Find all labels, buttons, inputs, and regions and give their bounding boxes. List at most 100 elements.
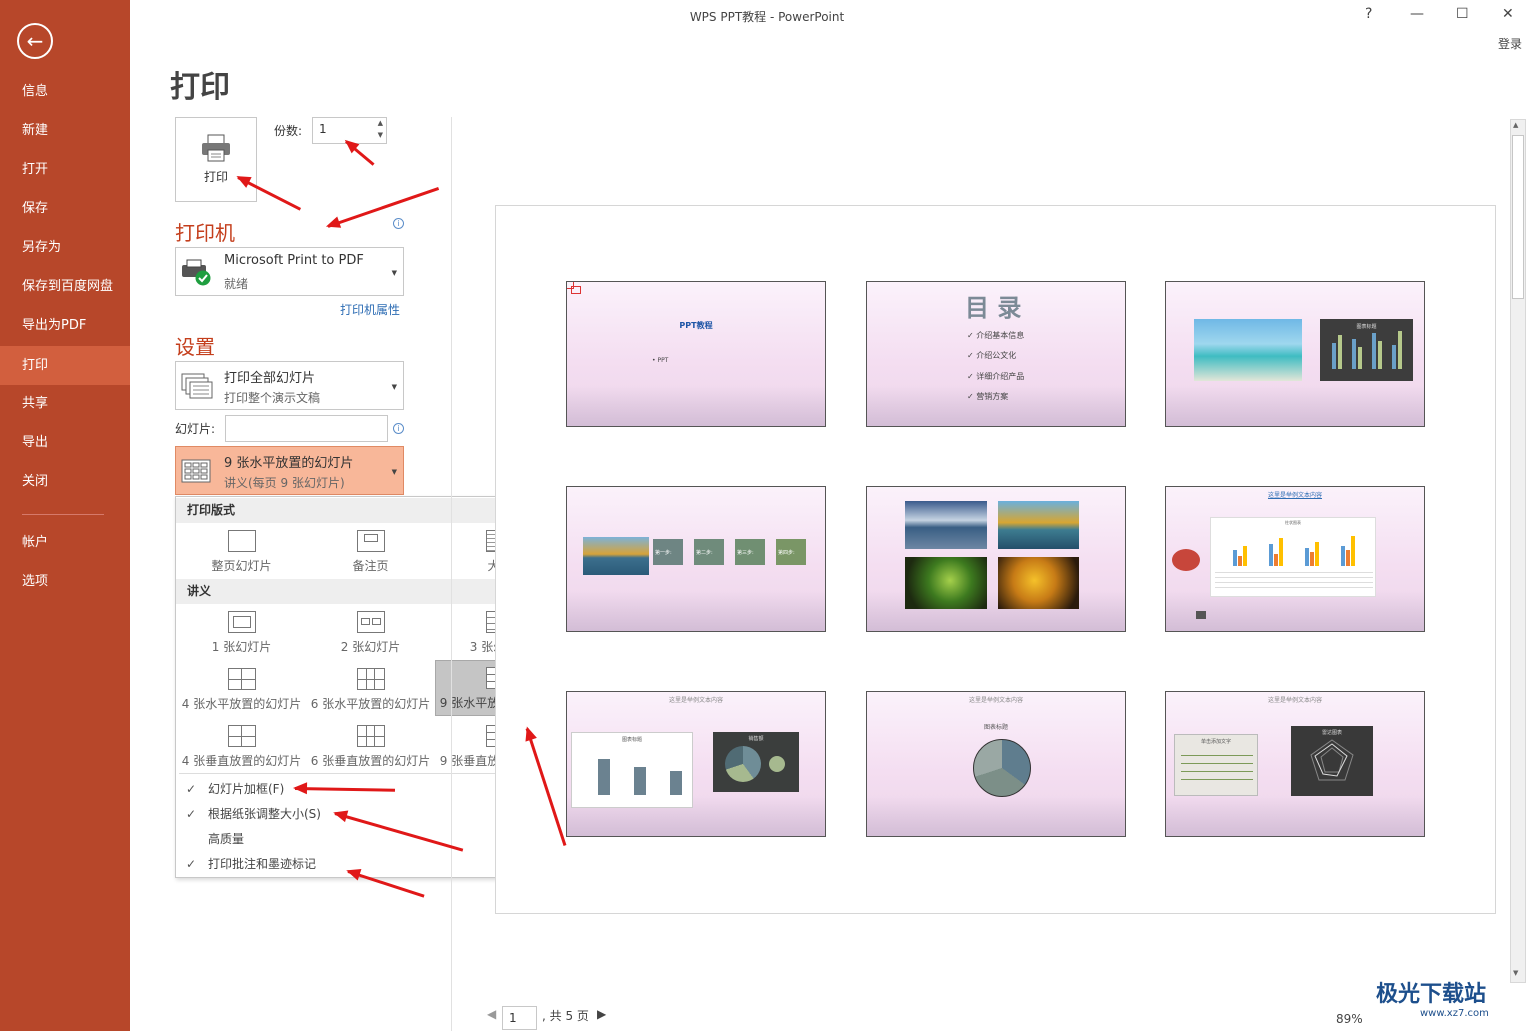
- print-range-title: 打印全部幻灯片: [224, 371, 316, 386]
- mountain-background: [867, 796, 1125, 836]
- slide-bullet: ✓ 介绍基本信息: [967, 331, 1025, 340]
- settings-heading: 设置: [175, 335, 215, 359]
- step-box: 第四步:: [776, 539, 806, 565]
- all-slides-icon: [181, 373, 213, 399]
- bar-chart-image: 图表标题: [1320, 319, 1413, 381]
- bullet-text: 详细介绍产品: [976, 372, 1025, 381]
- bullet-text: 营销方案: [976, 392, 1009, 401]
- scroll-down-icon[interactable]: ▼: [1513, 969, 1518, 977]
- mountain-background: [1166, 796, 1424, 836]
- preview-slide-2: 目 录 ✓ 介绍基本信息 ✓ 介绍公文化 ✓ 详细介绍产品 ✓ 营销方案: [866, 281, 1126, 427]
- layout-dropdown[interactable]: 9 张水平放置的幻灯片 讲义(每页 9 张幻灯片) ▼: [175, 446, 404, 495]
- sidebar-item-info[interactable]: 信息: [0, 72, 130, 111]
- next-page-icon[interactable]: ▶: [597, 1007, 606, 1021]
- print-preview-page: PPT教程 • PPT 目 录 ✓ 介绍基本信息 ✓ 介绍公文化 ✓ 详细介绍产…: [495, 205, 1496, 914]
- sidebar-item-close[interactable]: 关闭: [0, 462, 130, 501]
- scrollbar-thumb[interactable]: [1512, 135, 1524, 299]
- login-link[interactable]: 登录: [1498, 35, 1522, 52]
- print-button[interactable]: 打印: [175, 117, 257, 202]
- spin-down-icon[interactable]: ▼: [378, 131, 383, 139]
- page-total: , 共 5 页: [542, 1009, 589, 1023]
- help-icon[interactable]: ?: [1365, 6, 1372, 22]
- sidebar-item-save-baidu[interactable]: 保存到百度网盘: [0, 267, 130, 306]
- info-icon[interactable]: i: [393, 218, 404, 229]
- notes-page-icon: [356, 530, 385, 552]
- full-page-icon: [227, 530, 256, 552]
- green-leaf-photo: [905, 557, 987, 609]
- mountain-photo: [905, 501, 987, 549]
- pane-divider: [451, 117, 452, 1031]
- option-full-page-slides[interactable]: 整页幻灯片: [177, 524, 306, 580]
- preview-slide-7: 这里是举例文本内容 图表标题 销售额: [566, 691, 826, 837]
- pie-chart-image: 销售额: [713, 732, 799, 792]
- print-range-desc: 打印整个演示文稿: [224, 391, 321, 405]
- option-label: 4 张水平放置的幻灯片: [181, 697, 302, 711]
- option-notes-pages[interactable]: 备注页: [306, 524, 435, 580]
- option-handout-6-vertical[interactable]: 6 张垂直放置的幻灯片: [306, 719, 435, 775]
- option-handout-1[interactable]: 1 张幻灯片: [177, 605, 306, 661]
- sidebar-item-share[interactable]: 共享: [0, 384, 130, 423]
- minimize-icon[interactable]: —: [1410, 6, 1424, 22]
- step-box: 第二步:: [694, 539, 724, 565]
- sidebar-item-export-pdf[interactable]: 导出为PDF: [0, 306, 130, 345]
- chevron-down-icon: ▼: [391, 269, 397, 277]
- handout-6v-icon: [356, 725, 385, 747]
- scroll-up-icon[interactable]: ▲: [1513, 121, 1518, 129]
- layout-desc: 讲义(每页 9 张幻灯片): [224, 476, 345, 490]
- printer-name: Microsoft Print to PDF: [224, 253, 364, 268]
- pie-chart: [973, 739, 1031, 797]
- printer-dropdown[interactable]: Microsoft Print to PDF 就绪 ▼: [175, 247, 404, 296]
- yellow-leaf-photo: [998, 557, 1079, 609]
- slides-input[interactable]: [225, 415, 388, 442]
- sidebar-item-save-as[interactable]: 另存为: [0, 228, 130, 267]
- slide-title: PPT教程: [679, 321, 713, 330]
- sidebar-item-save[interactable]: 保存: [0, 189, 130, 228]
- prev-page-icon[interactable]: ◀: [487, 1007, 496, 1021]
- preview-slide-5: [866, 486, 1126, 632]
- printer-status: 就绪: [224, 277, 249, 291]
- chart-title: 图表标题: [983, 724, 1008, 731]
- annotation-arrow: [327, 186, 440, 228]
- toggle-label: 根据纸张调整大小(S): [208, 807, 321, 821]
- handout-2-icon: [356, 611, 385, 633]
- back-arrow-icon[interactable]: ←: [17, 23, 53, 59]
- sidebar-item-new[interactable]: 新建: [0, 111, 130, 150]
- close-icon[interactable]: ✕: [1502, 6, 1514, 22]
- sidebar-item-export[interactable]: 导出: [0, 423, 130, 462]
- watermark-logo: 极光下载站: [1376, 982, 1487, 1007]
- option-label: 6 张垂直放置的幻灯片: [310, 754, 431, 768]
- option-handout-4-horizontal[interactable]: 4 张水平放置的幻灯片: [177, 662, 306, 718]
- toggle-label: 打印批注和墨迹标记: [208, 857, 317, 871]
- option-handout-4-vertical[interactable]: 4 张垂直放置的幻灯片: [177, 719, 306, 775]
- ppt-logo-icon: [1172, 549, 1200, 571]
- slide-bullet: ✓ 详细介绍产品: [967, 372, 1025, 381]
- slide-header: 这里是举例文本内容: [1267, 492, 1322, 499]
- lake-photo: [583, 537, 649, 575]
- option-label: 2 张幻灯片: [340, 640, 401, 654]
- print-range-dropdown[interactable]: 打印全部幻灯片 打印整个演示文稿 ▼: [175, 361, 404, 410]
- option-label: 1 张幻灯片: [211, 640, 272, 654]
- page-number-input[interactable]: 1: [502, 1006, 537, 1030]
- sidebar-item-options[interactable]: 选项: [0, 562, 130, 601]
- option-handout-2[interactable]: 2 张幻灯片: [306, 605, 435, 661]
- comment-marker-icon: [571, 286, 581, 294]
- nine-slides-icon: [181, 459, 211, 483]
- slide-title: 目 录: [965, 294, 1022, 322]
- slide-bullet: ✓ 介绍公文化: [967, 351, 1017, 360]
- chevron-down-icon: ▼: [391, 383, 397, 391]
- sidebar-item-print[interactable]: 打印: [0, 346, 130, 385]
- spin-up-icon[interactable]: ▲: [378, 119, 383, 127]
- option-handout-6-horizontal[interactable]: 6 张水平放置的幻灯片: [306, 662, 435, 718]
- sidebar-item-account[interactable]: 帐户: [0, 523, 130, 562]
- layout-title: 9 张水平放置的幻灯片: [224, 456, 354, 471]
- info-icon[interactable]: i: [393, 423, 404, 434]
- slide-header: 这里是举例文本内容: [668, 697, 723, 704]
- preview-slide-3: 图表标题: [1165, 281, 1425, 427]
- preview-slide-6: 这里是举例文本内容 柱状图表: [1165, 486, 1425, 632]
- maximize-icon[interactable]: ☐: [1456, 6, 1469, 22]
- printer-properties-link[interactable]: 打印机属性: [340, 301, 400, 318]
- sidebar-item-open[interactable]: 打开: [0, 150, 130, 189]
- slide-bullet: ✓ 营销方案: [967, 392, 1009, 401]
- copies-value: 1: [319, 122, 327, 136]
- option-label: 整页幻灯片: [211, 559, 272, 573]
